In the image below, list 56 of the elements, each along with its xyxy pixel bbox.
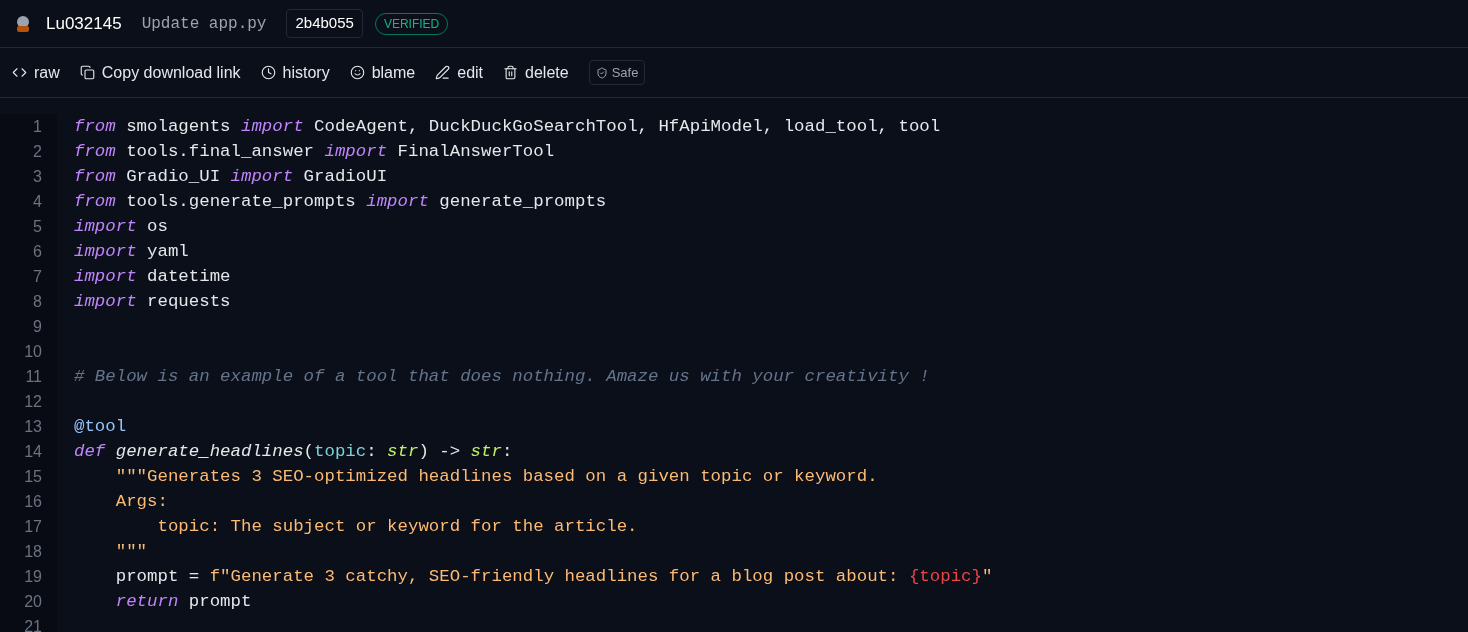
raw-button[interactable]: raw — [12, 60, 60, 85]
code-line: import requests — [74, 291, 232, 313]
code-line: Args: — [114, 491, 169, 513]
line-number: 3 — [33, 167, 42, 187]
line-number: 18 — [24, 542, 42, 562]
line-number: 15 — [24, 467, 42, 487]
code-line: @tool — [74, 416, 128, 438]
code-line: from tools.generate_prompts import generate_prompts — [74, 191, 608, 213]
code-line: import datetime — [74, 266, 232, 288]
commit-hash[interactable]: 2b4b055 — [286, 9, 363, 38]
line-number: 2 — [33, 142, 42, 162]
line-number: 19 — [24, 567, 42, 587]
commit-message: Update app.py — [141, 13, 267, 35]
code-line: """Generates 3 SEO-optimized headlines based on a given topic or keyword. — [114, 466, 879, 488]
code-line: """ — [114, 541, 149, 563]
line-number: 20 — [24, 592, 42, 612]
line-number: 17 — [24, 517, 42, 537]
line-number: 5 — [33, 217, 42, 237]
history-button[interactable]: history — [260, 60, 330, 85]
line-number: 9 — [33, 317, 42, 337]
code-line: import yaml — [74, 241, 190, 263]
face-icon — [349, 65, 365, 80]
username[interactable]: Lu032145 — [46, 10, 122, 37]
line-number: 10 — [24, 342, 42, 362]
code-line: import os — [74, 216, 169, 238]
line-number: 13 — [24, 417, 42, 437]
line-number: 7 — [33, 267, 42, 287]
line-number: 8 — [33, 292, 42, 312]
line-number: 14 — [24, 442, 42, 462]
safe-badge: Safe — [588, 59, 646, 86]
line-number: 16 — [24, 492, 42, 512]
code-line: def generate_headlines(topic: str) -> str: — [74, 441, 514, 463]
line-number: 4 — [33, 192, 42, 212]
code-line: prompt = f"Generate 3 catchy, SEO-friendly headlines for a blog post about: {topic}" — [114, 566, 993, 588]
shield-icon — [595, 66, 608, 79]
code-line: from tools.final_answer import FinalAnswerTool — [74, 141, 556, 163]
code-line: # Below is an example of a tool that does nothing. Amaze us with your creativity ! — [74, 366, 931, 388]
code-line: from smolagents import CodeAgent, DuckDuckGoSearchTool, HfApiModel, load_tool, tool — [74, 116, 942, 138]
line-number: 1 — [33, 117, 42, 137]
delete-button[interactable]: delete — [503, 60, 569, 85]
line-number: 11 — [25, 367, 42, 387]
pencil-icon — [435, 65, 451, 80]
line-number: 6 — [33, 242, 42, 262]
code-line: from Gradio_UI import GradioUI — [74, 166, 389, 188]
line-number: 21 — [24, 617, 42, 632]
clock-icon — [260, 65, 276, 80]
edit-button[interactable]: edit — [435, 60, 484, 85]
code-line: topic: The subject or keyword for the article. — [156, 516, 639, 538]
avatar-icon — [14, 14, 32, 33]
code-icon — [12, 65, 27, 80]
copy-icon — [79, 65, 95, 80]
trash-icon — [503, 65, 519, 80]
code-line: return prompt — [114, 591, 253, 613]
blame-button[interactable]: blame — [349, 60, 416, 85]
line-number: 12 — [24, 392, 42, 412]
copy-button[interactable]: Copy download link — [79, 60, 241, 85]
